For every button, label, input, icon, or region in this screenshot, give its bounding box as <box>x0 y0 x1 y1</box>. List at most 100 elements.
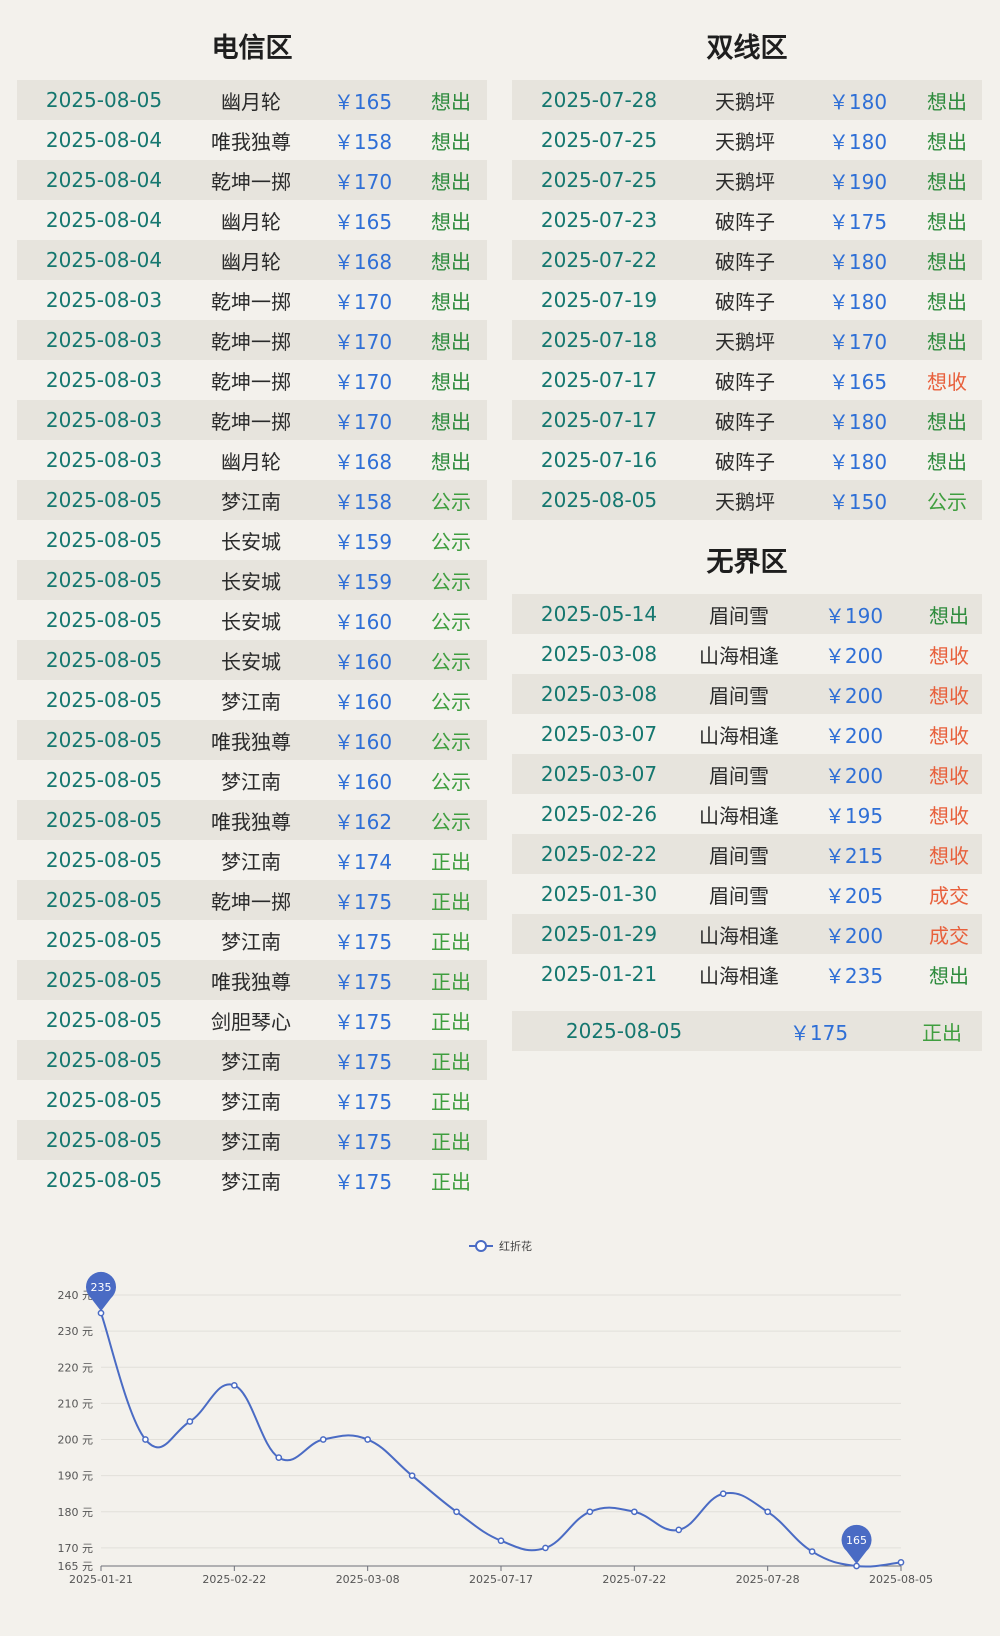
row-date: 2025-08-05 <box>45 1128 163 1152</box>
row-server: 梦江南 <box>221 489 281 514</box>
row-server: 梦江南 <box>221 1049 281 1074</box>
row-status: 公示 <box>431 529 471 554</box>
row-price: ￥175 <box>333 1129 393 1154</box>
row-status: 正出 <box>431 1129 471 1154</box>
data-point <box>853 1562 860 1570</box>
row-status: 公示 <box>431 489 471 514</box>
row-server: 幽月轮 <box>221 249 281 274</box>
x-tick-label: 2025-02-22 <box>202 1573 266 1586</box>
row-price: ￥174 <box>333 849 393 874</box>
table-row: 2025-07-19 破阵子 ￥180 想出 <box>512 280 982 320</box>
row-status: 想出 <box>431 329 471 354</box>
table-row: 2025-08-05 梦江南 ￥158 公示 <box>17 480 487 520</box>
row-status: 正出 <box>431 969 471 994</box>
row-date: 2025-08-05 <box>45 1008 163 1032</box>
row-price: ￥235 <box>824 963 884 988</box>
legend-marker <box>475 1240 487 1252</box>
row-date: 2025-05-14 <box>540 602 658 626</box>
row-server: 乾坤一掷 <box>211 889 291 914</box>
table-row: 2025-08-03 幽月轮 ￥168 想出 <box>17 440 487 480</box>
row-date: 2025-02-22 <box>540 842 658 866</box>
table-row: 2025-08-05 乾坤一掷 ￥175 正出 <box>17 880 487 920</box>
row-server: 梦江南 <box>221 1089 281 1114</box>
row-price: ￥200 <box>824 643 884 668</box>
row-server: 天鹅坪 <box>715 89 775 114</box>
row-server: 梦江南 <box>221 769 281 794</box>
row-date: 2025-07-16 <box>540 448 658 472</box>
table-row: 2025-07-25 天鹅坪 ￥190 想出 <box>512 160 982 200</box>
table-row: 2025-08-05 长安城 ￥159 公示 <box>17 560 487 600</box>
row-server: 天鹅坪 <box>715 329 775 354</box>
table-row: 2025-07-22 破阵子 ￥180 想出 <box>512 240 982 280</box>
row-date: 2025-08-03 <box>45 368 163 392</box>
row-price: ￥159 <box>333 529 393 554</box>
table-row: 2025-08-05 梦江南 ￥174 正出 <box>17 840 487 880</box>
data-point <box>364 1436 372 1443</box>
row-status: 想出 <box>431 289 471 314</box>
row-server: 乾坤一掷 <box>211 169 291 194</box>
data-point <box>897 1559 905 1566</box>
table-row: 2025-08-04 乾坤一掷 ￥170 想出 <box>17 160 487 200</box>
summary-price: ￥175 <box>789 1020 849 1045</box>
row-date: 2025-08-05 <box>540 488 658 512</box>
row-status: 想出 <box>927 329 967 354</box>
row-price: ￥175 <box>333 1009 393 1034</box>
wujie-title: 无界区 <box>706 547 788 578</box>
row-date: 2025-03-08 <box>540 682 658 706</box>
price-chart-svg: 红折花 165 元 170 元 180 元 190 元 200 元 210 元 220 元 23… <box>58 1239 933 1586</box>
x-tick-label: 2025-01-21 <box>69 1573 133 1586</box>
table-row: 2025-08-05 梦江南 ￥175 正出 <box>17 1120 487 1160</box>
row-price: ￥158 <box>333 129 393 154</box>
row-server: 幽月轮 <box>221 449 281 474</box>
table-row: 2025-07-17 破阵子 ￥180 想出 <box>512 400 982 440</box>
row-status: 想收 <box>929 763 969 788</box>
row-server: 破阵子 <box>715 409 775 434</box>
row-server: 山海相逢 <box>699 963 779 988</box>
table-row: 2025-07-18 天鹅坪 ￥170 想出 <box>512 320 982 360</box>
row-price: ￥170 <box>333 169 393 194</box>
shuangxian-title: 双线区 <box>706 33 788 64</box>
data-point <box>275 1454 283 1461</box>
table-row: 2025-03-08 山海相逢 ￥200 想收 <box>512 634 982 674</box>
row-date: 2025-08-05 <box>45 808 163 832</box>
row-date: 2025-08-05 <box>45 1048 163 1072</box>
row-server: 长安城 <box>221 649 281 674</box>
row-price: ￥175 <box>333 1089 393 1114</box>
table-row: 2025-02-22 眉间雪 ￥215 想收 <box>512 834 982 874</box>
row-server: 眉间雪 <box>709 603 769 628</box>
row-date: 2025-08-04 <box>45 168 163 192</box>
row-date: 2025-07-22 <box>540 248 658 272</box>
table-row: 2025-08-05 天鹅坪 ￥150 公示 <box>512 480 982 520</box>
legend-label: 红折花 <box>499 1239 532 1253</box>
y-tick-label: 210 元 <box>58 1397 94 1410</box>
row-date: 2025-08-05 <box>45 88 163 112</box>
row-price: ￥165 <box>828 369 888 394</box>
row-price: ￥200 <box>824 923 884 948</box>
row-date: 2025-08-05 <box>45 568 163 592</box>
row-status: 想出 <box>431 129 471 154</box>
y-tick-label: 200 元 <box>58 1434 94 1447</box>
table-row: 2025-02-26 山海相逢 ￥195 想收 <box>512 794 982 834</box>
row-price: ￥160 <box>333 769 393 794</box>
x-tick-label: 2025-07-22 <box>602 1573 666 1586</box>
wujie-table: 2025-05-14 眉间雪 ￥190 想出 2025-03-08 山海相逢 ￥200 想收 2… <box>512 594 982 994</box>
row-status: 公示 <box>431 729 471 754</box>
data-point <box>230 1381 238 1389</box>
row-price: ￥170 <box>333 409 393 434</box>
table-row: 2025-08-05 唯我独尊 ￥160 公示 <box>17 720 487 760</box>
row-server: 山海相逢 <box>699 923 779 948</box>
row-price: ￥200 <box>824 683 884 708</box>
row-server: 乾坤一掷 <box>211 369 291 394</box>
row-date: 2025-07-17 <box>540 408 658 432</box>
row-price: ￥180 <box>828 289 888 314</box>
row-status: 想出 <box>431 449 471 474</box>
row-price: ￥150 <box>828 489 888 514</box>
row-price: ￥158 <box>333 489 393 514</box>
row-price: ￥170 <box>333 329 393 354</box>
row-status: 成交 <box>929 883 969 908</box>
row-status: 想出 <box>927 89 967 114</box>
row-date: 2025-08-04 <box>45 208 163 232</box>
row-status: 想出 <box>927 169 967 194</box>
shuangxian-section: 双线区 2025-07-28 天鹅坪 ￥180 想出 2025-07-25 天鹅坪 ￥180… <box>512 18 982 520</box>
row-date: 2025-07-25 <box>540 168 658 192</box>
